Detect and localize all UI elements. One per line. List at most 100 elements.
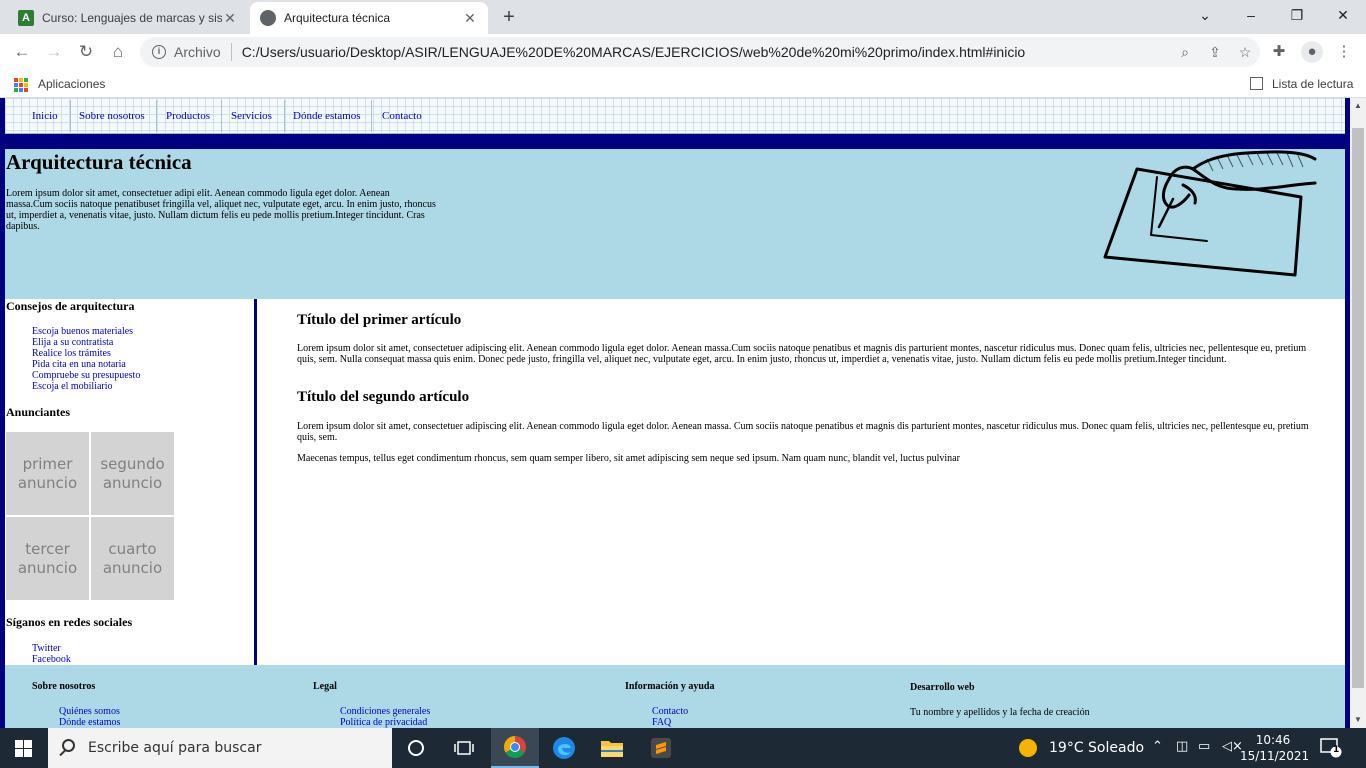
footer-link[interactable]: Contacto bbox=[652, 706, 688, 717]
sidebar: Consejos de arquitectura Escoja buenos m… bbox=[5, 299, 257, 665]
vertical-scrollbar[interactable]: ▲ ▼ bbox=[1350, 98, 1366, 728]
reading-list-icon[interactable] bbox=[1250, 77, 1263, 90]
scheme-label: Archivo bbox=[174, 44, 221, 60]
share-icon[interactable]: ⇪ bbox=[1200, 44, 1230, 61]
tab-strip: A Curso: Lenguajes de marcas y sist ✕ Ar… bbox=[0, 0, 1366, 34]
file-explorer-taskbar-button[interactable] bbox=[588, 728, 636, 768]
chrome-icon bbox=[504, 736, 526, 758]
home-icon[interactable]: ⌂ bbox=[106, 40, 130, 64]
footer-link[interactable]: Condiciones generales bbox=[340, 706, 430, 717]
advice-link[interactable]: Escoja el mobiliario bbox=[32, 381, 113, 392]
footer-link[interactable]: FAQ bbox=[652, 717, 671, 728]
footer-link[interactable]: Política de privacidad bbox=[340, 717, 427, 728]
tab-label: Curso: Lenguajes de marcas y sist bbox=[42, 11, 222, 25]
close-icon[interactable]: ✕ bbox=[462, 10, 478, 27]
advice-link[interactable]: Elija a su contratista bbox=[32, 337, 113, 348]
footer-heading: Desarrollo web bbox=[910, 682, 975, 693]
nav-link-donde-estamos[interactable]: Dónde estamos bbox=[293, 110, 361, 122]
ad-slot-3[interactable]: tercer anuncio bbox=[6, 517, 89, 600]
page-title: Arquitectura técnica bbox=[6, 150, 192, 174]
scroll-up-arrow-icon[interactable]: ▲ bbox=[1350, 98, 1366, 114]
url-text[interactable]: C:/Users/usuario/Desktop/ASIR/LENGUAJE%2… bbox=[242, 44, 1170, 60]
info-icon[interactable]: i bbox=[152, 45, 166, 59]
clock-date: 15/11/2021 bbox=[1240, 749, 1310, 763]
nav-link-sobre-nosotros[interactable]: Sobre nosotros bbox=[79, 110, 145, 122]
ad-slot-1[interactable]: primer anuncio bbox=[6, 432, 89, 515]
search-icon bbox=[62, 739, 75, 752]
star-icon[interactable]: ☆ bbox=[1230, 44, 1260, 61]
cortana-circle-icon bbox=[408, 740, 424, 756]
nav-link-contacto[interactable]: Contacto bbox=[382, 110, 422, 122]
profile-avatar-icon[interactable]: ● bbox=[1301, 41, 1323, 63]
zoom-icon[interactable]: ⌕ bbox=[1170, 44, 1200, 61]
ad-slot-4[interactable]: cuarto anuncio bbox=[91, 517, 174, 600]
footer-link[interactable]: Dónde estamos bbox=[59, 717, 120, 728]
bookmarks-bar: Aplicaciones Lista de lectura bbox=[0, 70, 1366, 98]
system-clock[interactable]: 10:46 15/11/2021 bbox=[1240, 732, 1310, 764]
close-window-icon[interactable]: ✕ bbox=[1329, 4, 1357, 26]
footer-heading: Información y ayuda bbox=[625, 681, 715, 692]
address-bar[interactable]: i Archivo C:/Users/usuario/Desktop/ASIR/… bbox=[140, 37, 1260, 67]
nav-link-inicio[interactable]: Inicio bbox=[32, 110, 58, 122]
article-paragraph: Lorem ipsum dolor sit amet, consectetuer… bbox=[297, 343, 1307, 365]
header-band bbox=[5, 134, 1345, 149]
cortana-button[interactable] bbox=[392, 728, 440, 768]
reading-list-button[interactable]: Lista de lectura bbox=[1272, 77, 1353, 91]
scroll-thumb[interactable] bbox=[1352, 128, 1364, 688]
apps-grid-icon[interactable] bbox=[14, 78, 28, 92]
minimize-icon[interactable]: – bbox=[1237, 4, 1265, 26]
reload-icon[interactable]: ↻ bbox=[74, 40, 98, 64]
new-tab-icon[interactable]: + bbox=[498, 6, 520, 28]
close-icon[interactable]: ✕ bbox=[222, 10, 238, 27]
sun-weather-icon[interactable] bbox=[1019, 739, 1037, 757]
advice-link[interactable]: Pida cita en una notaria bbox=[32, 359, 126, 370]
sublime-text-taskbar-button[interactable] bbox=[637, 728, 685, 768]
article-paragraph: Lorem ipsum dolor sit amet, consectetuer… bbox=[297, 421, 1309, 443]
apps-bookmark[interactable]: Aplicaciones bbox=[38, 77, 105, 91]
top-navigation: Inicio Sobre nosotros Productos Servicio… bbox=[5, 98, 1345, 134]
meet-now-icon[interactable]: ◫ bbox=[1176, 739, 1188, 754]
weather-text[interactable]: 19°C Soleado bbox=[1049, 740, 1144, 756]
scroll-down-arrow-icon[interactable]: ▼ bbox=[1350, 712, 1366, 728]
windows-taskbar: Escribe aquí para buscar 19°C Soleado ⌃ … bbox=[0, 728, 1366, 768]
taskbar-search[interactable]: Escribe aquí para buscar bbox=[48, 728, 392, 768]
tab-curso[interactable]: A Curso: Lenguajes de marcas y sist ✕ bbox=[8, 2, 248, 34]
network-icon[interactable]: ▭ bbox=[1198, 739, 1210, 754]
divider bbox=[221, 100, 222, 132]
menu-kebab-icon[interactable]: ⋮ bbox=[1333, 41, 1355, 63]
notification-button[interactable]: 1 bbox=[1320, 738, 1342, 758]
back-arrow-icon[interactable]: ← bbox=[10, 40, 34, 64]
folder-icon bbox=[601, 741, 623, 757]
advice-link[interactable]: Escoja buenos materiales bbox=[32, 326, 133, 337]
footer-link[interactable]: Quiénes somos bbox=[59, 706, 120, 717]
article-title: Título del segundo artículo bbox=[297, 389, 470, 405]
search-placeholder: Escribe aquí para buscar bbox=[88, 740, 262, 756]
extensions-icon[interactable]: ✚ bbox=[1268, 41, 1290, 63]
twitter-link[interactable]: Twitter bbox=[32, 643, 61, 654]
advice-link[interactable]: Realice los trámites bbox=[32, 348, 111, 359]
facebook-link[interactable]: Facebook bbox=[32, 654, 71, 665]
nav-link-productos[interactable]: Productos bbox=[166, 110, 210, 122]
web-page-viewport: Inicio Sobre nosotros Productos Servicio… bbox=[0, 98, 1366, 728]
hero-banner: Arquitectura técnica Lorem ipsum dolor s… bbox=[5, 149, 1345, 299]
chevron-up-icon[interactable]: ⌃ bbox=[1152, 739, 1163, 754]
browser-toolbar: ← → ↻ ⌂ i Archivo C:/Users/usuario/Deskt… bbox=[0, 34, 1366, 70]
divider bbox=[284, 100, 285, 132]
restore-icon[interactable]: ❐ bbox=[1283, 4, 1311, 26]
advice-link[interactable]: Compruebe su presupuesto bbox=[32, 370, 140, 381]
chrome-taskbar-button[interactable] bbox=[491, 728, 539, 768]
forward-arrow-icon[interactable]: → bbox=[42, 40, 66, 64]
task-view-button[interactable] bbox=[440, 728, 488, 768]
sublime-text-icon bbox=[651, 738, 671, 758]
nav-link-servicios[interactable]: Servicios bbox=[231, 110, 272, 122]
drafting-hand-illustration bbox=[1103, 150, 1317, 277]
edge-taskbar-button[interactable] bbox=[540, 728, 588, 768]
tab-search-chevron-down-icon[interactable]: ⌄ bbox=[1191, 4, 1219, 26]
tab-arquitectura[interactable]: Arquitectura técnica ✕ bbox=[250, 2, 488, 34]
ad-slot-2[interactable]: segundo anuncio bbox=[91, 432, 174, 515]
divider bbox=[230, 43, 232, 61]
footer-heading: Sobre nosotros bbox=[32, 681, 96, 692]
start-button[interactable] bbox=[0, 728, 48, 768]
social-heading: Síganos en redes sociales bbox=[6, 615, 133, 629]
article-paragraph: Maecenas tempus, tellus eget condimentum… bbox=[297, 453, 960, 464]
